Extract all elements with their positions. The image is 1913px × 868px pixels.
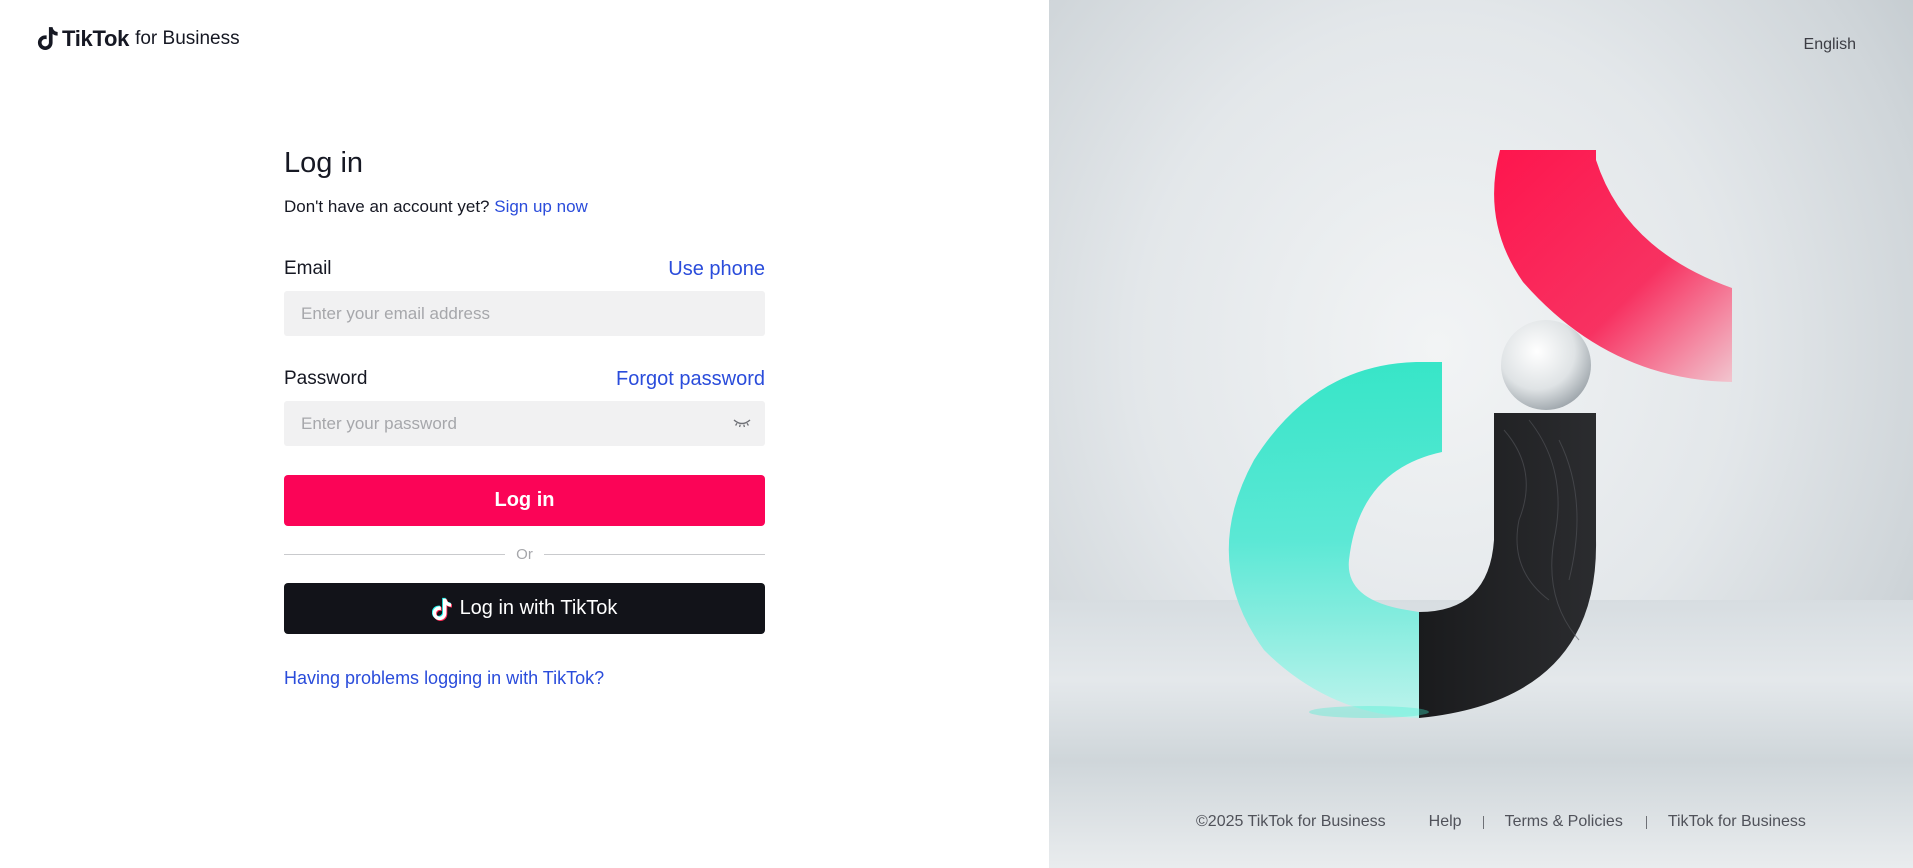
problem-row: Having problems logging in with TikTok? (284, 668, 765, 689)
password-label: Password (284, 368, 368, 389)
footer-link-terms[interactable]: Terms & Policies (1505, 813, 1623, 831)
no-account-text: Don't have an account yet? (284, 197, 490, 216)
divider-line-left (284, 554, 506, 555)
tiktok-for-business-logo[interactable]: TikTok for Business (37, 26, 240, 52)
password-field-wrapper (284, 401, 765, 446)
tiktok-note-icon (431, 597, 452, 621)
footer-separator (1645, 816, 1647, 829)
password-field[interactable] (299, 412, 750, 435)
login-with-tiktok-button[interactable]: Log in with TikTok (284, 583, 765, 634)
login-problems-link[interactable]: Having problems logging in with TikTok? (284, 668, 604, 688)
or-divider: Or (284, 546, 766, 563)
email-field-wrapper (284, 291, 765, 336)
use-phone-link[interactable]: Use phone (668, 257, 765, 281)
footer: ©2025 TikTok for Business Help Terms & P… (1049, 813, 1913, 831)
signup-prompt: Don't have an account yet? Sign up now (284, 196, 765, 218)
login-button[interactable]: Log in (284, 475, 765, 526)
tiktok-button-label: Log in with TikTok (459, 597, 618, 619)
email-label: Email (284, 258, 332, 279)
email-field[interactable] (299, 302, 750, 325)
tiktok-sculpture-image (1228, 150, 1732, 718)
language-selector[interactable]: English (1804, 36, 1856, 54)
hero-image-panel: English ©2025 TikTok for Business Help T… (1049, 0, 1913, 868)
footer-separator (1482, 816, 1484, 829)
logo-suffix: for Business (135, 28, 240, 49)
footer-link-tiktok-for-business[interactable]: TikTok for Business (1668, 813, 1806, 831)
footer-copyright: ©2025 TikTok for Business (1196, 813, 1386, 830)
page-title: Log in (284, 147, 364, 179)
or-text: Or (516, 546, 533, 563)
login-form: Log in Don't have an account yet? Sign u… (284, 140, 766, 689)
tiktok-note-icon (37, 27, 58, 50)
email-label-row: Email Use phone (284, 257, 765, 281)
login-panel: TikTok for Business Log in Don't have an… (0, 0, 1049, 868)
password-label-row: Password Forgot password (284, 367, 765, 391)
footer-link-help[interactable]: Help (1429, 813, 1462, 831)
divider-line-right (543, 554, 766, 555)
forgot-password-link[interactable]: Forgot password (616, 367, 765, 391)
eye-closed-icon[interactable] (733, 416, 751, 430)
logo-brand: TikTok (62, 26, 130, 51)
signup-link[interactable]: Sign up now (494, 197, 588, 216)
